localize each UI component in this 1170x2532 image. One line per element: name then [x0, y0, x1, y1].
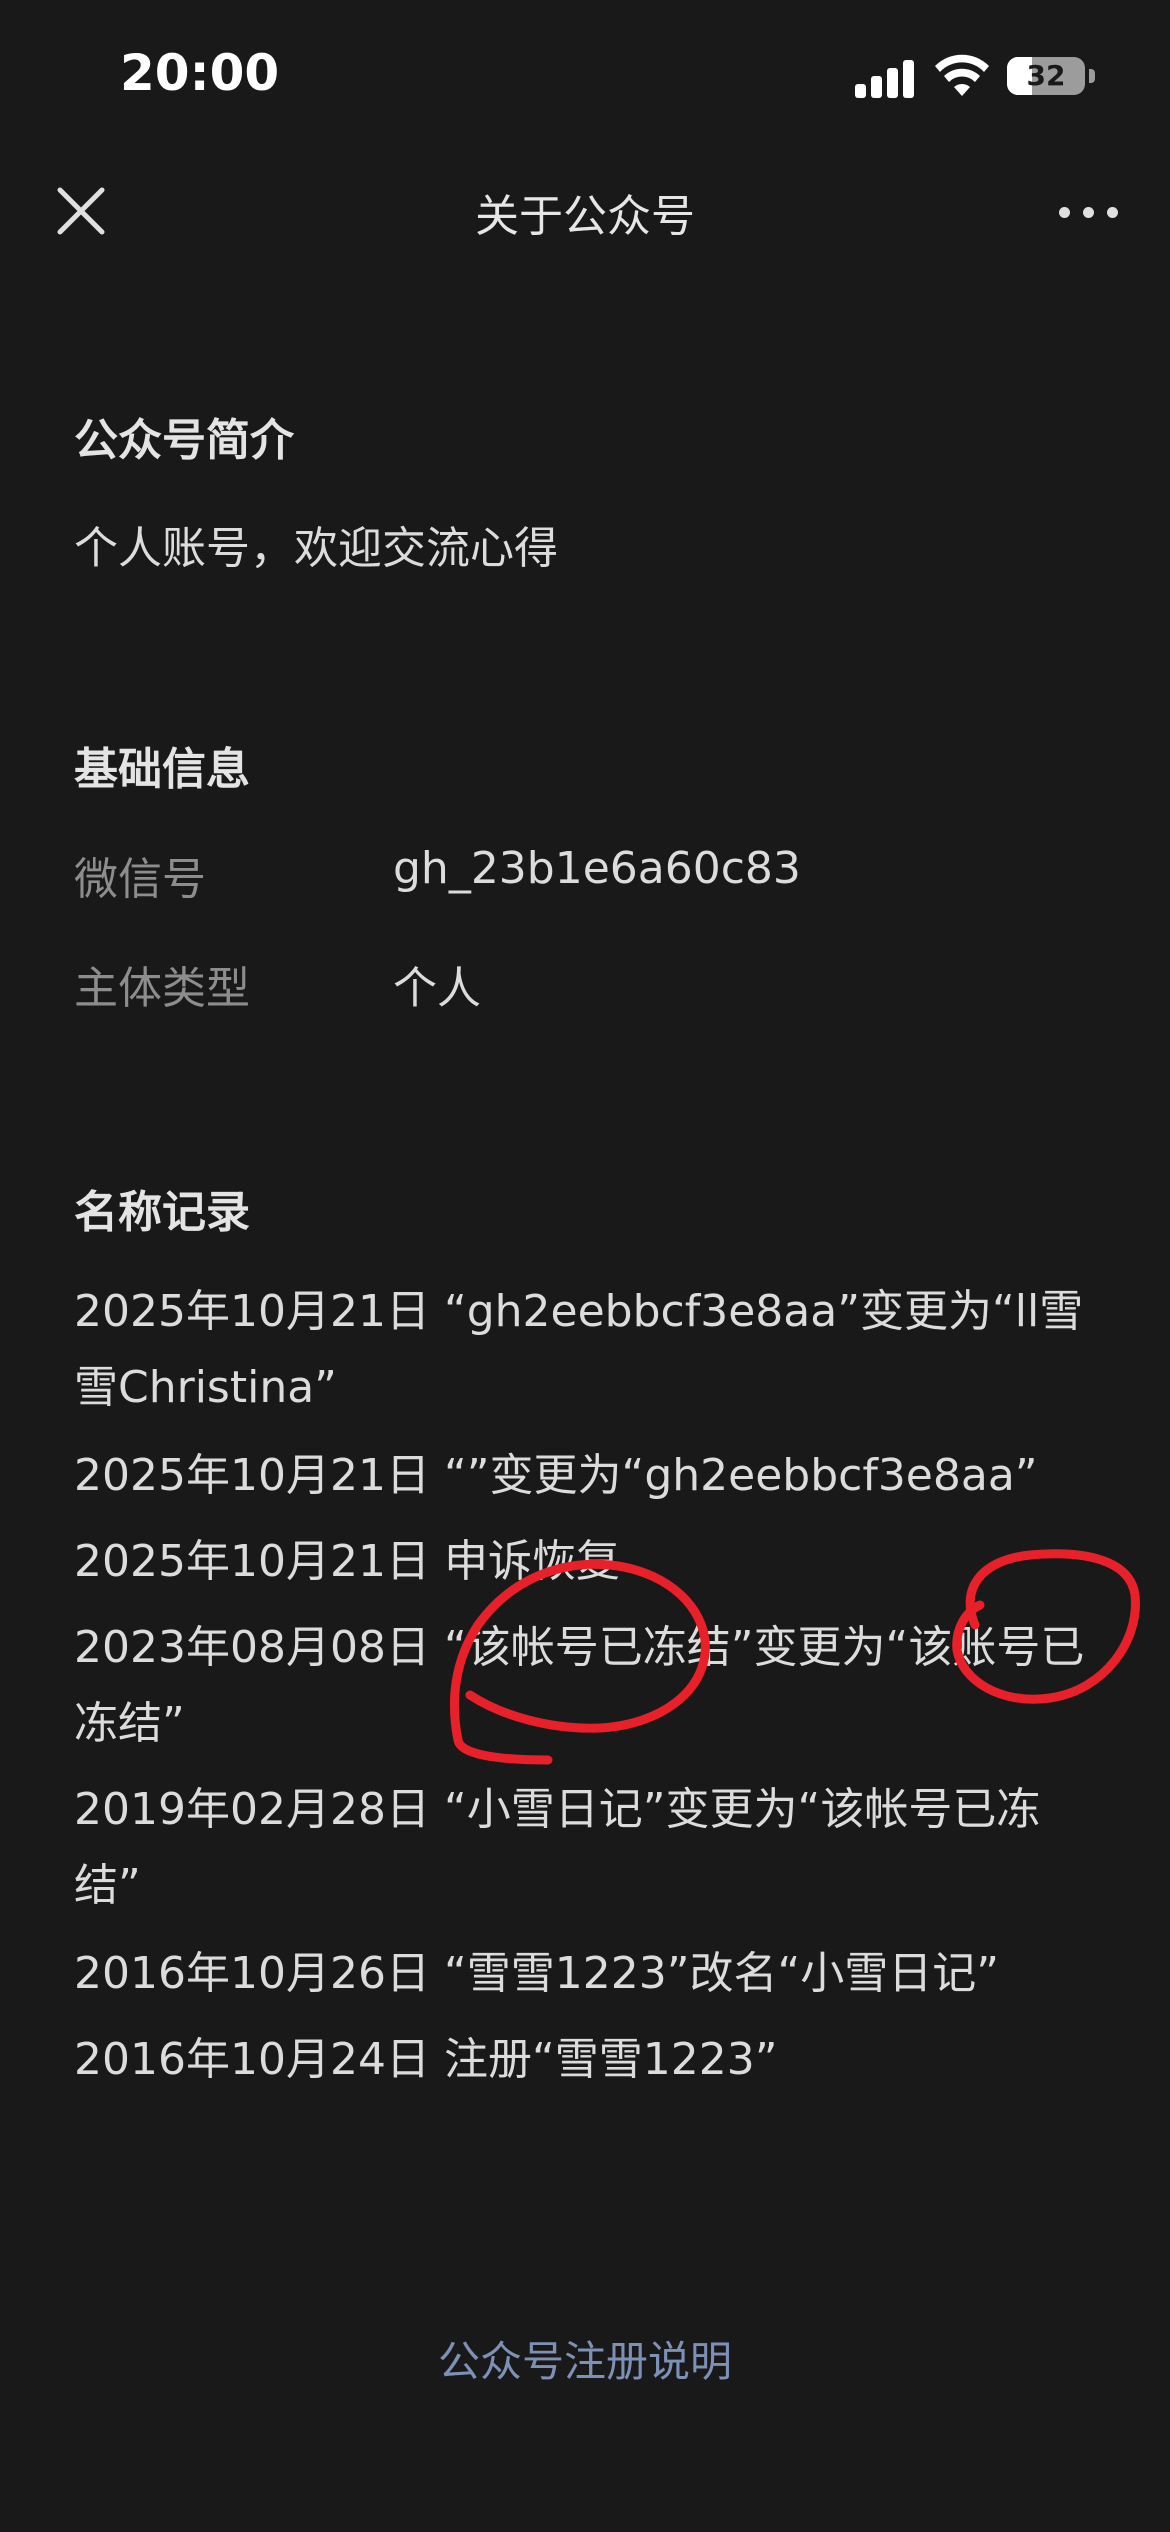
entity-type-value: 个人: [393, 963, 481, 1014]
battery-cap: [1089, 69, 1095, 83]
status-bar: 20:00 32: [0, 0, 1170, 150]
handwritten-annotation: [450, 1549, 1140, 1765]
wechat-id-label: 微信号: [74, 854, 206, 905]
name-record-item: 2016年10月24日 注册“雪雪1223”: [74, 2034, 778, 2085]
status-time: 20:00: [120, 44, 280, 102]
intro-heading: 公众号简介: [74, 415, 294, 466]
entity-type-label: 主体类型: [74, 963, 250, 1014]
name-record-item: 2023年08月08日 “该帐号已冻结”变更为“该账号已冻结”: [74, 1622, 1085, 1749]
battery-level: 32: [1026, 59, 1066, 92]
name-record-item: 2016年10月26日 “雪雪1223”改名“小雪日记”: [74, 1948, 1000, 1999]
nav-bar: 关于公众号: [0, 150, 1170, 270]
more-icon[interactable]: [1055, 190, 1125, 236]
name-record-item: 2025年10月21日 “”变更为“gh2eebbcf3e8aa”: [74, 1450, 1038, 1501]
wifi-icon: [935, 54, 989, 96]
name-record-item: 2025年10月21日 申诉恢复: [74, 1536, 620, 1587]
registration-info-link[interactable]: 公众号注册说明: [0, 2328, 1170, 2389]
basic-info-heading: 基础信息: [74, 744, 250, 795]
intro-text: 个人账号，欢迎交流心得: [74, 523, 558, 574]
cellular-signal-icon: [855, 58, 915, 98]
name-records-heading: 名称记录: [74, 1187, 250, 1238]
wechat-id-value: gh_23b1e6a60c83: [393, 843, 801, 894]
name-record-item: 2019年02月28日 “小雪日记”变更为“该帐号已冻结”: [74, 1784, 1041, 1911]
battery-icon: 32: [1007, 57, 1085, 95]
name-record-item: 2025年10月21日 “gh2eebbcf3e8aa”变更为“ll雪雪Chri…: [74, 1286, 1084, 1413]
page-title: 关于公众号: [475, 191, 695, 242]
